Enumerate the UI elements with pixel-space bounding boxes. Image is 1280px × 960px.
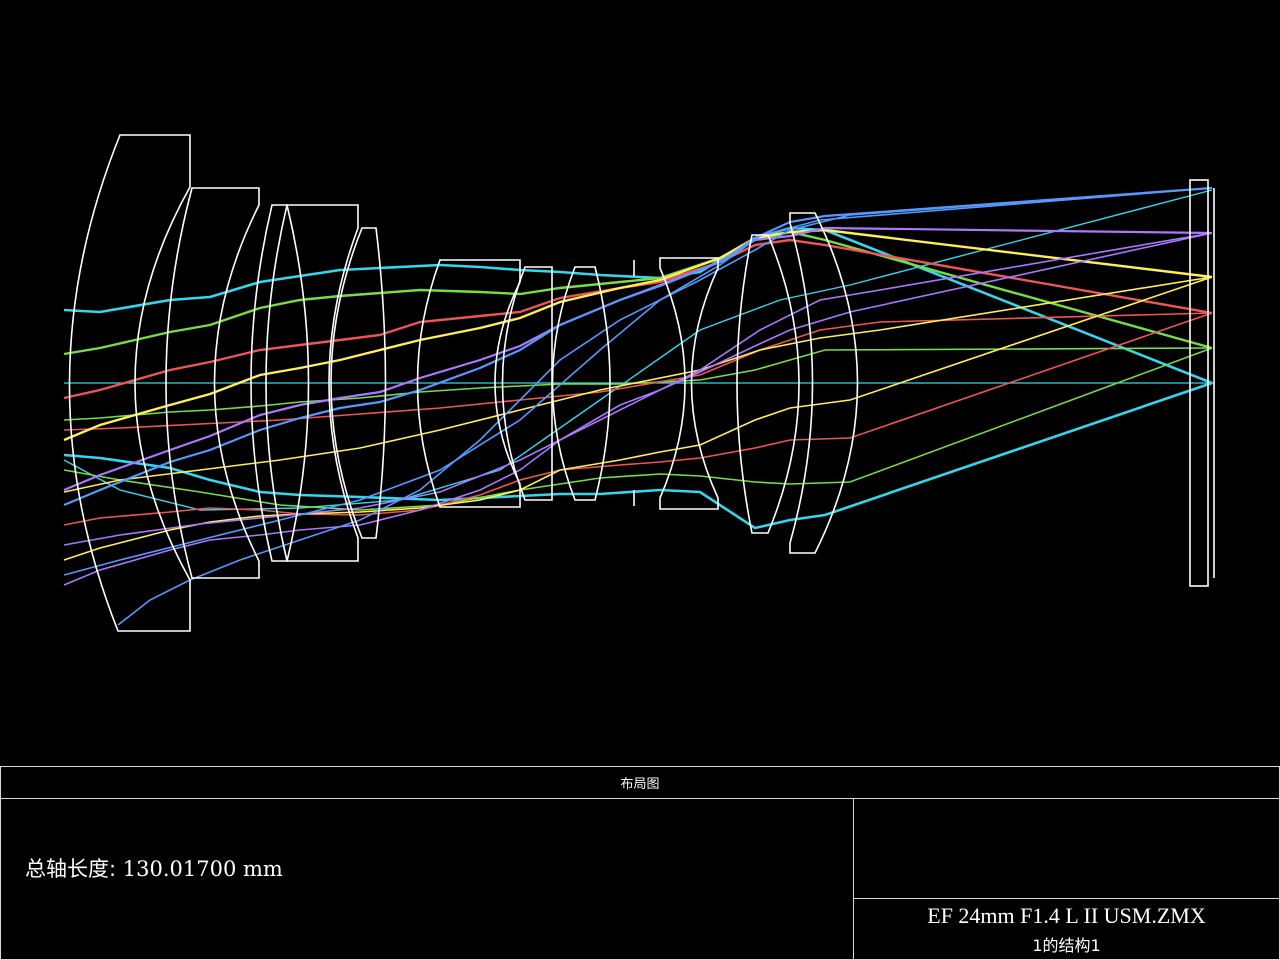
- file-name: EF 24mm F1.4 L II USM.ZMX: [927, 903, 1206, 928]
- axial-length-value: 130.01700 mm: [122, 857, 283, 881]
- axial-length-label: 总轴长度:: [25, 857, 117, 881]
- ray-cyan-chief: [63, 189, 1213, 511]
- configuration-label: 1的结构1: [1032, 936, 1101, 955]
- lens-layout-diagram: [63, 134, 1215, 632]
- info-panel-right-top: [853, 798, 1280, 899]
- ray-bundles: [63, 186, 1213, 626]
- layout-window: 布局图 总轴长度: 130.01700 mm EF 24mm F1.4 L II…: [0, 0, 1280, 960]
- ray-blue-mid: [63, 187, 1213, 576]
- ray-red-lower: [63, 312, 1213, 526]
- ray-blue-lower: [117, 187, 1213, 626]
- layout-title-bar: 布局图: [0, 766, 1280, 799]
- ray-yellow-lower: [63, 276, 1213, 561]
- lens-element-10: [736, 234, 800, 534]
- ray-purple-upper: [63, 226, 1213, 492]
- ray-cyan-upper: [63, 226, 1213, 385]
- total-axial-length: 总轴长度: 130.01700 mm: [25, 853, 283, 883]
- layout-title: 布局图: [620, 777, 660, 792]
